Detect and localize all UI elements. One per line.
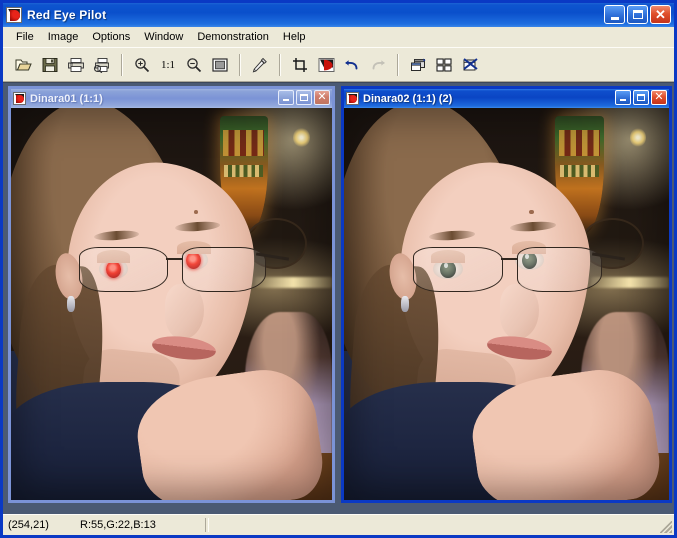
image-canvas-dinara02[interactable] — [344, 108, 669, 500]
title-bar: Red Eye Pilot ✕ — [3, 3, 674, 27]
open-button[interactable] — [11, 52, 37, 78]
close-all-windows-button[interactable] — [457, 52, 483, 78]
undo-icon — [345, 59, 358, 69]
menu-item-file[interactable]: File — [9, 29, 41, 45]
toolbar-separator — [239, 53, 241, 76]
status-coordinates: (254,21) — [8, 519, 49, 531]
close-icon: ✕ — [655, 7, 666, 22]
toolbar-separator — [397, 53, 399, 76]
red-eye-logo-icon — [346, 92, 359, 105]
child-window-title: Dinara01 (1:1) — [30, 92, 103, 105]
actual-size-label: 1:1 — [160, 58, 176, 71]
photo-red-eye-original — [11, 108, 332, 500]
maximize-button[interactable] — [627, 5, 648, 24]
menu-bar: File Image Options Window Demonstration … — [3, 27, 674, 47]
mdi-client-area: Dinara01 (1:1) ✕ Dinara02 (1:1) (2) ✕ — [3, 82, 674, 514]
toolbar-separator — [279, 53, 281, 76]
maximize-icon — [632, 10, 643, 19]
child-window-title: Dinara02 (1:1) (2) — [363, 92, 453, 105]
zoom-in-button[interactable] — [129, 52, 155, 78]
child-caption-buttons: ✕ — [278, 90, 330, 105]
child-maximize-button[interactable] — [296, 90, 312, 105]
window-title: Red Eye Pilot — [27, 8, 107, 22]
cascade-windows-icon — [410, 58, 425, 71]
fit-to-window-icon — [212, 57, 228, 72]
maximize-icon — [300, 94, 308, 101]
child-caption-buttons: ✕ — [615, 90, 667, 105]
photo-red-eye-corrected — [344, 108, 669, 500]
zoom-in-icon — [135, 57, 150, 72]
ceiling-lamp — [293, 127, 310, 148]
tile-windows-icon — [436, 57, 452, 72]
child-window-dinara02[interactable]: Dinara02 (1:1) (2) ✕ — [341, 86, 672, 503]
menu-item-image[interactable]: Image — [41, 29, 86, 45]
child-window-dinara01[interactable]: Dinara01 (1:1) ✕ — [8, 86, 335, 503]
red-eye-removal-icon — [318, 57, 334, 72]
child-title-bar-dinara01: Dinara01 (1:1) ✕ — [11, 89, 332, 108]
earring — [400, 296, 409, 312]
print-preview-button[interactable] — [89, 52, 115, 78]
minimize-icon — [610, 16, 619, 20]
save-icon — [42, 57, 58, 72]
tile-windows-button[interactable] — [431, 52, 457, 78]
zoom-out-button[interactable] — [181, 52, 207, 78]
minimize-button[interactable] — [604, 5, 625, 24]
save-button[interactable] — [37, 52, 63, 78]
minimize-icon — [283, 99, 289, 101]
zoom-out-icon — [187, 57, 202, 72]
status-color-values: R:55,G:22,B:13 — [80, 519, 156, 531]
eyedropper-icon — [252, 57, 267, 72]
crop-icon — [293, 57, 307, 72]
print-button[interactable] — [63, 52, 89, 78]
eyedropper-button[interactable] — [247, 52, 273, 78]
cascade-windows-button[interactable] — [405, 52, 431, 78]
close-icon: ✕ — [654, 91, 664, 103]
red-eye-logo-icon — [6, 7, 22, 23]
red-eye-removal-button[interactable] — [313, 52, 339, 78]
minimize-icon — [620, 99, 626, 101]
menu-item-help[interactable]: Help — [276, 29, 313, 45]
actual-size-button[interactable]: 1:1 — [155, 52, 181, 78]
close-all-windows-icon — [462, 57, 478, 70]
child-maximize-button[interactable] — [633, 90, 649, 105]
close-button[interactable]: ✕ — [650, 5, 671, 24]
child-title-bar-dinara02: Dinara02 (1:1) (2) ✕ — [344, 89, 669, 108]
redo-icon — [372, 59, 385, 69]
toolbar-separator — [121, 53, 123, 76]
undo-button[interactable] — [339, 52, 365, 78]
maximize-icon — [637, 94, 645, 101]
child-close-button[interactable]: ✕ — [651, 90, 667, 105]
open-icon — [15, 59, 32, 70]
window-caption-buttons: ✕ — [604, 5, 671, 24]
earring — [67, 296, 76, 312]
print-icon — [68, 57, 84, 72]
child-minimize-button[interactable] — [615, 90, 631, 105]
red-eye-logo-icon — [13, 92, 26, 105]
toolbar: 1:1 — [3, 47, 674, 82]
fit-to-window-button[interactable] — [207, 52, 233, 78]
menu-item-demonstration[interactable]: Demonstration — [190, 29, 276, 45]
redo-button — [365, 52, 391, 78]
status-extra-panel — [209, 517, 674, 533]
menu-item-window[interactable]: Window — [137, 29, 190, 45]
menu-item-options[interactable]: Options — [85, 29, 137, 45]
child-close-button[interactable]: ✕ — [314, 90, 330, 105]
image-canvas-dinara01[interactable] — [11, 108, 332, 500]
status-bar: (254,21) R:55,G:22,B:13 — [3, 514, 674, 535]
close-icon: ✕ — [317, 91, 327, 103]
child-minimize-button[interactable] — [278, 90, 294, 105]
resize-grip[interactable] — [660, 521, 672, 533]
print-preview-icon — [93, 57, 109, 73]
crop-button[interactable] — [287, 52, 313, 78]
main-window: Red Eye Pilot ✕ File Image Options Windo… — [0, 0, 677, 538]
